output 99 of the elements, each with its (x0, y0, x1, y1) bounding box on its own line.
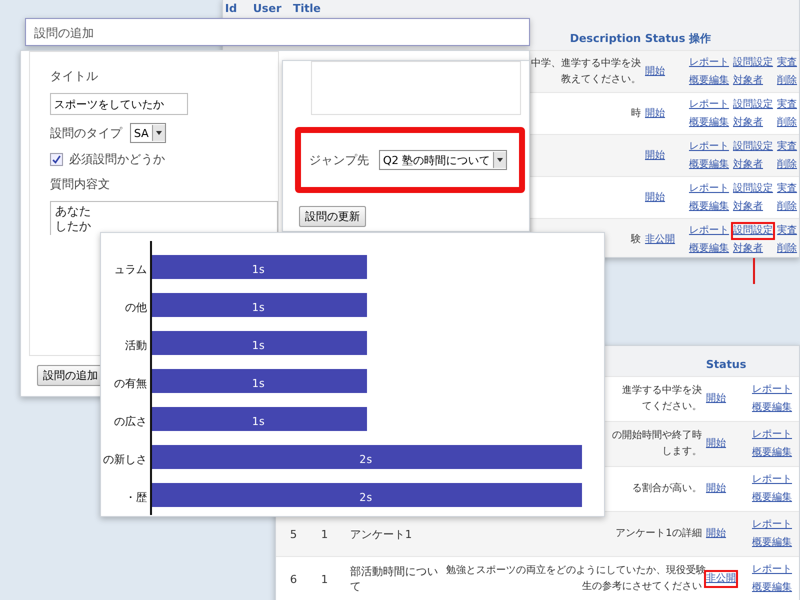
id-cell-text: 6 (289, 572, 298, 586)
action-link[interactable]: レポート (687, 180, 731, 198)
axis-label: ・歴 (125, 491, 147, 504)
caret-icon[interactable] (493, 152, 506, 168)
action-link[interactable]: レポート (750, 381, 794, 399)
description-text: 時 (630, 106, 642, 120)
action-link[interactable]: 設問設定 (731, 54, 775, 72)
action-link[interactable]: 削除 (775, 72, 799, 90)
column-header: Status (706, 358, 746, 372)
status-link[interactable]: 非公開 (643, 230, 677, 248)
title-cell-text: 部活動時間について (349, 564, 439, 594)
field-label: タイトル (50, 68, 99, 85)
action-link[interactable]: 削除 (775, 198, 799, 216)
leader-line (753, 258, 755, 284)
axis-label: ュラム (114, 263, 147, 276)
action-link[interactable]: 設問設定 (731, 96, 775, 114)
description-text: 進学する中学を決 てください。 (621, 384, 703, 414)
action-link[interactable]: 削除 (775, 114, 799, 132)
status-link[interactable]: 開始 (704, 525, 728, 543)
column-header: Description (570, 32, 641, 46)
action-link[interactable]: 削除 (775, 156, 799, 174)
status-link[interactable]: 開始 (704, 435, 728, 453)
description-text: る割合が高い。 (631, 482, 703, 496)
action-link[interactable]: レポート (687, 138, 731, 156)
action-link[interactable]: 対象者 (731, 240, 765, 257)
action-link[interactable]: 概要編集 (750, 489, 794, 507)
status-link[interactable]: 開始 (704, 390, 728, 408)
dialog-title: 設問の追加 (33, 25, 95, 42)
column-header: Status (645, 32, 686, 46)
bar-value-label: 1s (252, 377, 266, 390)
action-link[interactable]: 実査 (775, 222, 799, 240)
status-link[interactable]: 開始 (643, 146, 667, 164)
action-link[interactable]: 実査 (775, 54, 799, 72)
action-link[interactable]: レポート (750, 561, 794, 579)
action-link[interactable]: 対象者 (731, 72, 765, 90)
column-header: Id (225, 2, 237, 16)
column-header: User (253, 2, 282, 16)
field-label: ジャンプ先 (309, 152, 369, 168)
user-cell-text: 1 (320, 572, 329, 586)
bar-value-label: 1s (252, 415, 266, 428)
status-link[interactable]: 開始 (643, 104, 667, 122)
action-link[interactable]: 概要編集 (687, 114, 731, 132)
status-link[interactable]: 開始 (643, 188, 667, 206)
column-header: Title (293, 2, 321, 16)
action-link[interactable]: 概要編集 (750, 534, 794, 552)
user-cell-text: 1 (320, 526, 329, 542)
axis-label: の広さ (114, 415, 147, 428)
action-link[interactable]: 設問設定 (731, 222, 775, 240)
update-question-button[interactable]: 設問の更新 (299, 206, 366, 227)
column-header: 操作 (689, 32, 711, 46)
action-link[interactable]: 対象者 (731, 114, 765, 132)
bar-value-label: 1s (252, 339, 266, 352)
action-link[interactable]: レポート (750, 471, 794, 489)
axis-label: の新しさ (103, 453, 147, 466)
action-link[interactable]: 対象者 (731, 156, 765, 174)
action-link[interactable]: 設問設定 (731, 138, 775, 156)
caret-icon[interactable] (152, 125, 165, 141)
action-link[interactable]: 実査 (775, 138, 799, 156)
action-link[interactable]: 設問設定 (731, 180, 775, 198)
bar-value-label: 1s (252, 301, 266, 314)
axis-label: 活動 (125, 339, 147, 352)
action-link[interactable]: 概要編集 (687, 240, 731, 257)
checkbox-label: 必須設問かどうか (69, 151, 165, 168)
id-cell-text: 5 (289, 526, 298, 542)
field-label: 設問のタイプ (50, 124, 122, 142)
action-link[interactable]: レポート (750, 426, 794, 444)
action-link[interactable]: 概要編集 (750, 399, 794, 417)
action-link[interactable]: 実査 (775, 180, 799, 198)
bar-value-label: 1s (252, 263, 266, 276)
action-link[interactable]: 対象者 (731, 198, 765, 216)
action-link[interactable]: 概要編集 (750, 444, 794, 462)
bar-value-label: 2s (359, 453, 373, 466)
status-link[interactable]: 開始 (704, 480, 728, 498)
status-link[interactable]: 非公開 (704, 570, 738, 588)
action-link[interactable]: 概要編集 (687, 72, 731, 90)
action-link[interactable]: 実査 (775, 96, 799, 114)
required-checkbox[interactable] (50, 153, 63, 166)
action-link[interactable]: レポート (750, 516, 794, 534)
description-text: 中学、進学する中学を決 教えてください。 (530, 56, 642, 86)
action-link[interactable]: レポート (687, 222, 731, 240)
field-label: 質問内容文 (50, 176, 111, 193)
description-text: の開始時間や終了時 します。 (611, 428, 703, 459)
title-cell-text: アンケート1 (349, 526, 413, 542)
title-input[interactable]: スポーツをしていたか (50, 93, 188, 115)
action-link[interactable]: 概要編集 (687, 156, 731, 174)
description-text: アンケート1の詳細 (614, 526, 703, 541)
action-link[interactable]: 削除 (775, 240, 799, 257)
action-link[interactable]: レポート (687, 54, 731, 72)
action-link[interactable]: レポート (687, 96, 731, 114)
axis-label: の他 (125, 301, 147, 314)
bar-value-label: 2s (359, 491, 373, 504)
axis-label: の有無 (114, 377, 147, 390)
description-text: 験 (630, 232, 642, 246)
description-text: 勉強とスポーツの両立をどのようにしていたか、現役受験 生の参考にさせてください (446, 564, 704, 594)
action-link[interactable]: 概要編集 (687, 198, 731, 216)
action-link[interactable]: 概要編集 (750, 579, 794, 597)
status-link[interactable]: 開始 (643, 62, 667, 80)
type-select[interactable]: SA (130, 123, 166, 143)
jump-target-select[interactable]: Q2 塾の時間について (379, 150, 508, 170)
